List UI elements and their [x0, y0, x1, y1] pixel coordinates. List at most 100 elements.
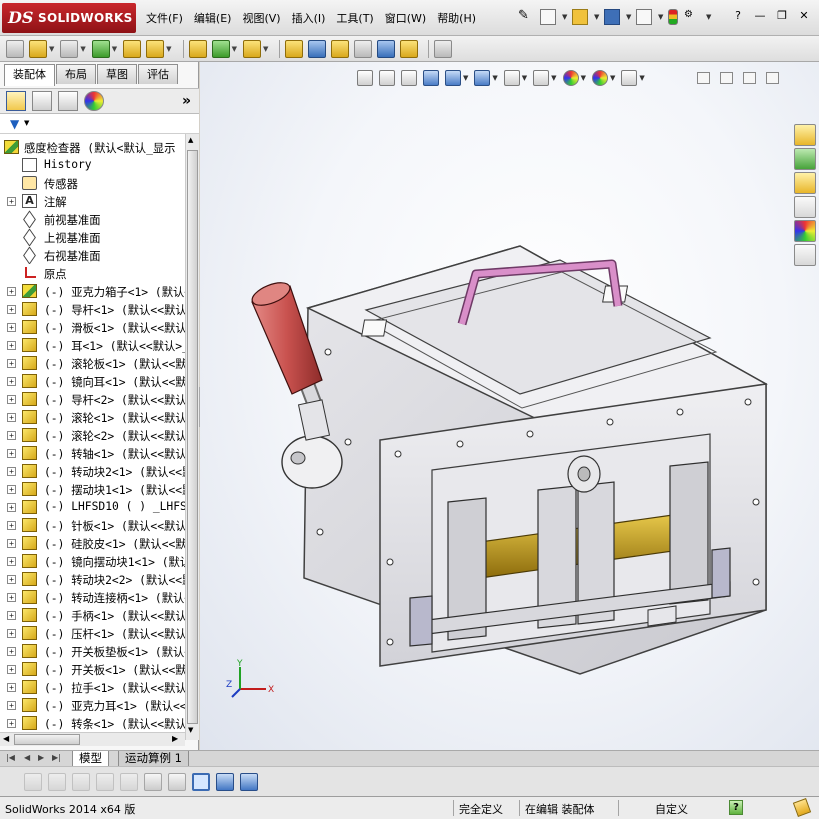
minimize-button[interactable]: —	[751, 8, 769, 24]
assembly-model-render[interactable]	[200, 62, 819, 750]
tree-item[interactable]: + (-) 摆动块1<1> (默认<<默	[0, 480, 185, 498]
feature-manager-icon[interactable]	[6, 91, 26, 111]
expand-toggle-icon[interactable]: +	[7, 377, 16, 386]
expand-toggle-icon[interactable]: +	[7, 305, 16, 314]
chevron-down-icon[interactable]: ▼	[49, 45, 54, 53]
unit-system[interactable]: 自定义	[655, 801, 688, 817]
expand-toggle-icon[interactable]: +	[7, 449, 16, 458]
tree-item[interactable]: + A 注解	[0, 192, 185, 210]
exploded-view-icon[interactable]	[331, 39, 350, 58]
chevron-down-icon[interactable]: ▼	[658, 13, 664, 21]
chevron-down-icon[interactable]: ▼	[80, 45, 85, 53]
chevron-down-icon[interactable]: ▼	[263, 45, 268, 53]
expand-toggle-icon[interactable]: +	[7, 197, 16, 206]
hidden-lines-removed-icon[interactable]	[24, 772, 42, 791]
chevron-down-icon[interactable]: ▼	[112, 45, 117, 53]
chevron-down-icon[interactable]: ▼	[24, 119, 29, 127]
chevron-down-icon[interactable]: ▼	[594, 13, 600, 21]
tree-item[interactable]: 原点	[0, 264, 185, 282]
tree-item[interactable]: + (-) 滑板<1> (默认<<默认	[0, 318, 185, 336]
axis-triad-icon[interactable]	[168, 772, 186, 791]
shaded-with-edges-icon[interactable]	[192, 772, 210, 791]
tree-item[interactable]: + (-) 硅胶皮<1> (默认<<默	[0, 534, 185, 552]
display-manager-icon[interactable]	[84, 91, 104, 111]
tree-item[interactable]: + (-) 亚克力耳<1> (默认<<	[0, 696, 185, 714]
tree-item[interactable]: + (-) 导杆<1> (默认<<默认	[0, 300, 185, 318]
tree-item[interactable]: 传感器	[0, 174, 185, 192]
close-button[interactable]: ✕	[795, 8, 813, 24]
menu-window[interactable]: 窗口(W)	[385, 10, 426, 26]
tab-sketch[interactable]: 草图	[97, 64, 137, 84]
linear-pattern-icon[interactable]	[91, 39, 110, 58]
tree-item[interactable]: + (-) 转动块2<1> (默认<<默	[0, 462, 185, 480]
expand-toggle-icon[interactable]: +	[7, 413, 16, 422]
instant3d-icon[interactable]	[434, 39, 453, 58]
wireframe-icon[interactable]	[72, 772, 90, 791]
tab-assembly[interactable]: 装配体	[4, 64, 55, 86]
prev-tab-arrow-icon[interactable]: ◀	[24, 753, 30, 762]
expand-toggle-icon[interactable]: +	[7, 665, 16, 674]
bill-of-materials-icon[interactable]	[308, 39, 327, 58]
tree-item[interactable]: + (-) 开关板<1> (默认<<默	[0, 660, 185, 678]
more-tabs-chevron-icon[interactable]: »	[182, 93, 191, 109]
expand-toggle-icon[interactable]: +	[7, 593, 16, 602]
tree-item[interactable]: + (-) 滚轮<2> (默认<<默认	[0, 426, 185, 444]
scroll-thumb[interactable]	[14, 734, 80, 745]
scroll-right-arrow-icon[interactable]: ▶	[172, 734, 178, 743]
tree-item[interactable]: + (-) 转轴<1> (默认<<默认	[0, 444, 185, 462]
expand-toggle-icon[interactable]: +	[7, 431, 16, 440]
explode-line-sketch-icon[interactable]	[354, 39, 373, 58]
graphics-area[interactable]: ▼ ▼ ▼ ▼ ▼ ▼ ▼ X Y Z	[200, 62, 819, 750]
show-hidden-components-icon[interactable]	[188, 39, 207, 58]
tree-horizontal-scrollbar[interactable]: ◀ ▶	[0, 732, 185, 746]
expand-toggle-icon[interactable]: +	[7, 701, 16, 710]
tree-item[interactable]: + (-) 拉手<1> (默认<<默认	[0, 678, 185, 696]
next-tab-arrow-icon[interactable]: ▶	[38, 753, 44, 762]
chevron-down-icon[interactable]: ▼	[166, 45, 171, 53]
tree-item[interactable]: + (-) 滚轮板<1> (默认<<默	[0, 354, 185, 372]
expand-toggle-icon[interactable]: +	[7, 503, 16, 512]
tree-item[interactable]: 上视基准面	[0, 228, 185, 246]
expand-toggle-icon[interactable]: +	[7, 395, 16, 404]
configuration-manager-icon[interactable]	[58, 91, 78, 111]
tree-item[interactable]: + (-) 转动块2<2> (默认<<默	[0, 570, 185, 588]
tree-item[interactable]: + (-) 镜向耳<1> (默认<<默	[0, 372, 185, 390]
expand-toggle-icon[interactable]: +	[7, 575, 16, 584]
chevron-down-icon[interactable]: ▼	[232, 45, 237, 53]
mate-paperclip-icon[interactable]	[60, 39, 79, 58]
menu-edit[interactable]: 编辑(E)	[194, 10, 232, 26]
open-folder-icon[interactable]	[572, 9, 588, 25]
menu-insert[interactable]: 插入(I)	[292, 10, 326, 26]
expand-toggle-icon[interactable]: +	[7, 323, 16, 332]
property-manager-icon[interactable]	[32, 91, 52, 111]
menu-tools[interactable]: 工具(T)	[336, 10, 373, 26]
expand-toggle-icon[interactable]: +	[7, 647, 16, 656]
hidden-lines-visible-icon[interactable]	[48, 772, 66, 791]
single-view-icon[interactable]	[216, 772, 234, 791]
tree-item[interactable]: + (-) 导杆<2> (默认<<默认	[0, 390, 185, 408]
filter-funnel-icon[interactable]: ▼	[10, 117, 19, 131]
chevron-down-icon[interactable]: ▼	[562, 13, 568, 21]
rebuild-traffic-light-icon[interactable]	[668, 9, 678, 25]
reference-geometry-icon[interactable]	[242, 39, 261, 58]
tree-item[interactable]: + (-) 开关板垫板<1> (默认<	[0, 642, 185, 660]
menu-help[interactable]: 帮助(H)	[437, 10, 476, 26]
help-icon[interactable]: ?	[729, 8, 747, 24]
help-icon[interactable]: ?	[729, 800, 743, 815]
solidworks-logo[interactable]: DS SOLIDWORKS	[2, 3, 136, 33]
expand-toggle-icon[interactable]: +	[7, 719, 16, 728]
new-part-icon[interactable]	[29, 39, 47, 58]
expand-toggle-icon[interactable]: +	[7, 629, 16, 638]
menu-view[interactable]: 视图(V)	[242, 10, 280, 26]
tree-item[interactable]: + (-) 压杆<1> (默认<<默认	[0, 624, 185, 642]
tree-item[interactable]: + (-) 亚克力箱子<1> (默认<	[0, 282, 185, 300]
tree-item[interactable]: + (-) LHFSD10 ( ) _LHFSD10	[0, 498, 185, 516]
first-tab-arrow-icon[interactable]: |◀	[6, 753, 15, 762]
tab-evaluate[interactable]: 评估	[138, 64, 178, 84]
tree-item[interactable]: 前视基准面	[0, 210, 185, 228]
assembly-features-icon[interactable]	[211, 39, 230, 58]
tree-filter[interactable]: ▼ ▼	[0, 114, 199, 134]
smart-fasteners-icon[interactable]	[123, 39, 142, 58]
new-motion-study-icon[interactable]	[285, 39, 304, 58]
save-icon[interactable]	[604, 9, 620, 25]
